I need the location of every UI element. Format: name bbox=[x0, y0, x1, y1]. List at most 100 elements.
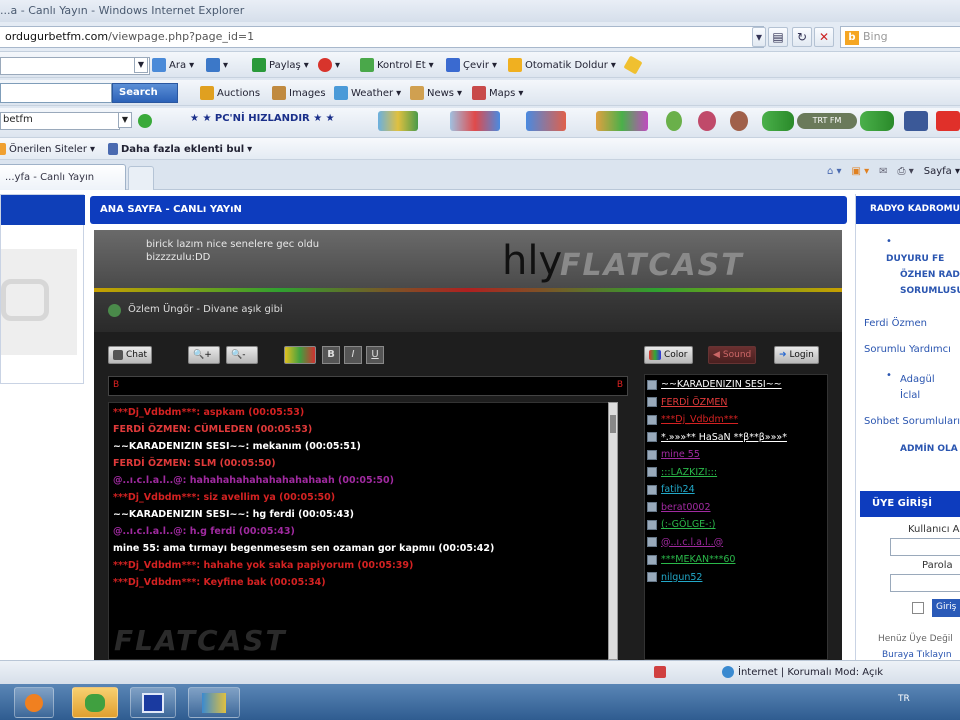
right-link-sorumlu-yardimci[interactable]: Sorumlu Yardımcı bbox=[864, 344, 951, 355]
toolbar1-dropdown[interactable]: ▼ bbox=[134, 57, 148, 73]
toolbar2-search-input[interactable] bbox=[0, 83, 112, 103]
toolbar3-go-icon[interactable] bbox=[138, 114, 152, 128]
toolbar3-app-icon-6[interactable] bbox=[698, 111, 716, 131]
user-list-item[interactable]: mine 55 bbox=[647, 449, 700, 460]
user-list-item[interactable]: ***MEKAN***60 bbox=[647, 554, 735, 565]
chat-message: ***Dj_Vdbdm***: hahahe yok saka papiyoru… bbox=[113, 560, 414, 571]
zoom-in-button[interactable]: 🔍+ bbox=[188, 346, 220, 364]
highlight-button[interactable] bbox=[623, 55, 643, 75]
address-bar[interactable]: ordugurbetfm.com/viewpage.php?page_id=1 bbox=[0, 26, 764, 48]
banner-message: birick lazım nice senelere gec oldu bizz… bbox=[146, 238, 319, 264]
sayfa-menu[interactable]: Sayfa ▾ bbox=[924, 166, 960, 177]
home-icon[interactable]: ⌂ ▾ bbox=[827, 166, 842, 177]
user-list-item[interactable]: fatih24 bbox=[647, 484, 695, 495]
refresh-icon[interactable]: ↻ bbox=[792, 27, 812, 47]
user-list-item[interactable]: :::LAZKIZI::: bbox=[647, 467, 717, 478]
user-list: ~~KARADENIZIN SESI~~ FERDİ ÖZMEN ***Dj_Vdb… bbox=[644, 374, 828, 660]
toolbar3-app-icon-4[interactable] bbox=[596, 111, 648, 131]
color-button[interactable]: Color bbox=[644, 346, 693, 364]
chat-input[interactable]: B B bbox=[108, 376, 628, 396]
sound-button[interactable]: ◀ Sound bbox=[708, 346, 757, 364]
right-link-adagul[interactable]: Adagül bbox=[900, 374, 935, 385]
paylas-button[interactable]: Paylaş ▾ bbox=[252, 57, 309, 73]
scrollbar-thumb[interactable] bbox=[610, 415, 616, 433]
right-link-duyuru[interactable]: DUYURU FE bbox=[886, 254, 944, 264]
otomatik-button[interactable]: Otomatik Doldur ▾ bbox=[508, 57, 616, 73]
cevir-button[interactable]: Çevir ▾ bbox=[446, 57, 497, 73]
remember-checkbox[interactable] bbox=[912, 602, 924, 614]
user-list-item[interactable]: FERDİ ÖZMEN bbox=[647, 397, 728, 408]
toolbar3-input[interactable]: betfm bbox=[0, 112, 120, 130]
toolbar3-app-icon-3[interactable] bbox=[526, 111, 566, 131]
user-list-item[interactable]: nilgun52 bbox=[647, 572, 702, 583]
blocker-button[interactable]: ▾ bbox=[318, 57, 340, 73]
giris-button[interactable]: Giriş bbox=[932, 599, 960, 617]
right-link-ozhen[interactable]: ÖZHEN RAD bbox=[900, 270, 960, 280]
mail-icon[interactable]: ✉ bbox=[879, 166, 887, 177]
toolbar3-app-icon-1[interactable] bbox=[378, 111, 418, 131]
print-icon[interactable]: ⎙ ▾ bbox=[898, 166, 914, 177]
toolbar3-dropdown-icon[interactable]: ▼ bbox=[118, 112, 132, 128]
blocked-popup-icon[interactable] bbox=[654, 666, 666, 678]
weather-button[interactable]: Weather ▾ bbox=[334, 85, 401, 101]
user-list-item[interactable]: ***Dj_Vdbdm*** bbox=[647, 414, 738, 425]
taskbar-messenger[interactable] bbox=[72, 687, 118, 718]
user-list-item[interactable]: (:-GÖLGE-:) bbox=[647, 519, 716, 530]
tab-canli-yayin[interactable]: ...yfa - Canlı Yayın bbox=[0, 164, 126, 190]
new-tab-button[interactable] bbox=[128, 166, 154, 190]
login-button[interactable]: ➜ Login bbox=[774, 346, 819, 364]
chat-scrollbar[interactable] bbox=[608, 402, 618, 660]
news-label: News bbox=[427, 87, 455, 99]
left-header bbox=[1, 195, 85, 225]
maps-button[interactable]: Maps ▾ bbox=[472, 85, 523, 101]
italic-button[interactable]: I bbox=[344, 346, 362, 364]
toolbar3-play-icon[interactable] bbox=[762, 111, 794, 131]
stop-icon[interactable]: ✕ bbox=[814, 27, 834, 47]
buraya-tiklayin-link[interactable]: Buraya Tıklayın bbox=[882, 650, 952, 660]
plus-button[interactable]: ▾ bbox=[206, 57, 228, 73]
taskbar-window-app[interactable] bbox=[130, 687, 176, 718]
parola-input[interactable] bbox=[890, 574, 960, 592]
chat-button[interactable]: Chat bbox=[108, 346, 153, 364]
user-list-item[interactable]: berat0002 bbox=[647, 502, 711, 513]
right-link-sorumlusu[interactable]: SORUMLUSU bbox=[900, 286, 960, 296]
compatibility-icon[interactable]: ▤ bbox=[768, 27, 788, 47]
tray-language[interactable]: TR bbox=[898, 694, 910, 704]
bold-button[interactable]: B bbox=[322, 346, 340, 364]
user-icon bbox=[647, 537, 657, 547]
feeds-icon[interactable]: ▣ ▾ bbox=[852, 166, 870, 177]
right-link-admin[interactable]: ADMİN OLA bbox=[900, 444, 958, 454]
kontrol-button[interactable]: Kontrol Et ▾ bbox=[360, 57, 434, 73]
daha-fazla-eklenti-button[interactable]: Daha fazla eklenti bul ▾ bbox=[108, 141, 252, 157]
user-list-item[interactable]: @..ı.c.l.a.l..@ bbox=[647, 537, 723, 548]
right-link-iclal[interactable]: İclal bbox=[900, 390, 920, 401]
zoom-out-button[interactable]: 🔍- bbox=[226, 346, 258, 364]
toolbar3-app-icon-2[interactable] bbox=[450, 111, 500, 131]
toolbar3-controls-icon[interactable] bbox=[860, 111, 894, 131]
onerilen-siteler-button[interactable]: Önerilen Siteler ▾ bbox=[0, 141, 95, 157]
user-list-item[interactable]: ~~KARADENIZIN SESI~~ bbox=[647, 379, 782, 390]
facebook-icon[interactable] bbox=[904, 111, 928, 131]
taskbar-explorer[interactable] bbox=[188, 687, 240, 718]
toolbar3-app-icon-5[interactable] bbox=[666, 111, 682, 131]
pc-speedup-link[interactable]: ★ ★ PC'Nİ HIZLANDIR ★ ★ bbox=[190, 113, 335, 124]
toolbar2-search-button[interactable]: Search bbox=[112, 83, 178, 103]
taskbar-media-player[interactable] bbox=[14, 687, 54, 718]
ara-button[interactable]: Ara ▾ bbox=[152, 57, 194, 73]
toolbar-search-select[interactable] bbox=[0, 57, 150, 75]
auctions-button[interactable]: Auctions bbox=[200, 85, 260, 101]
right-link-ferdi[interactable]: Ferdi Özmen bbox=[864, 318, 927, 329]
bing-search-box[interactable]: b Bing bbox=[840, 26, 960, 48]
user-list-item[interactable]: *.»»»** HaSaN **β**β»»»* bbox=[647, 432, 787, 443]
address-dropdown-icon[interactable]: ▾ bbox=[752, 27, 766, 47]
right-link-sohbet[interactable]: Sohbet Sorumluları bbox=[864, 416, 960, 427]
emoticon-button[interactable] bbox=[284, 346, 316, 364]
trt-fm-button[interactable]: TRT FM bbox=[797, 113, 857, 129]
security-zone[interactable]: İnternet | Korumalı Mod: Açık bbox=[722, 666, 883, 678]
toolbar3-app-icon-7[interactable] bbox=[730, 111, 748, 131]
underline-button[interactable]: U bbox=[366, 346, 384, 364]
images-button[interactable]: Images bbox=[272, 85, 326, 101]
news-button[interactable]: News ▾ bbox=[410, 85, 462, 101]
youtube-icon[interactable] bbox=[936, 111, 960, 131]
kullanici-input[interactable] bbox=[890, 538, 960, 556]
